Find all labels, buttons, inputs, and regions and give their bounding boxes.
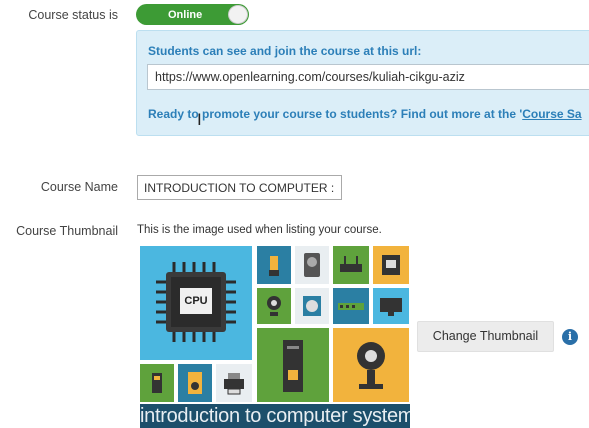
info-icon[interactable]: i [562, 329, 578, 345]
share-info-box: Students can see and join the course at … [136, 30, 589, 136]
flash-drive-tile [140, 364, 174, 402]
share-heading: Students can see and join the course at … [148, 44, 422, 58]
fan-tile [295, 288, 329, 324]
course-status-label: Course status is [28, 8, 118, 22]
course-thumbnail-image: CPU introduction to computer system [140, 244, 410, 428]
change-thumbnail-button[interactable]: Change Thumbnail [417, 321, 554, 352]
toggle-text: Online [168, 8, 203, 21]
text-cursor-icon: I [197, 110, 202, 129]
webcam-tile [333, 328, 409, 402]
cpu-text: CPU [184, 295, 208, 307]
promo-text: Ready to promote your course to students… [148, 107, 582, 121]
webcam-small-tile [257, 288, 291, 324]
thumbnail-hint: This is the image used when listing your… [137, 224, 382, 236]
ram-tile [333, 288, 369, 324]
toggle-knob[interactable] [228, 5, 248, 24]
speaker-tile [178, 364, 212, 402]
monitor-tile [373, 288, 409, 324]
router-tile [333, 246, 369, 284]
hdd-tile [295, 246, 329, 284]
thumbnail-caption: introduction to computer system [140, 404, 410, 428]
usb-tile [257, 246, 291, 284]
printer-tile [216, 364, 252, 402]
course-url-field[interactable]: https://www.openlearning.com/courses/kul… [147, 64, 589, 90]
course-sales-link[interactable]: Course Sa [522, 107, 581, 121]
course-name-label: Course Name [40, 180, 118, 194]
course-name-input[interactable]: INTRODUCTION TO COMPUTER : [137, 175, 342, 200]
course-status-toggle[interactable]: Online [136, 4, 249, 25]
cpu-tile: CPU [140, 246, 252, 360]
course-thumbnail-label: Course Thumbnail [16, 224, 118, 238]
chip-tile [373, 246, 409, 284]
tower-tile [257, 328, 329, 402]
promo-message: Ready to promote your course to students… [148, 107, 523, 121]
